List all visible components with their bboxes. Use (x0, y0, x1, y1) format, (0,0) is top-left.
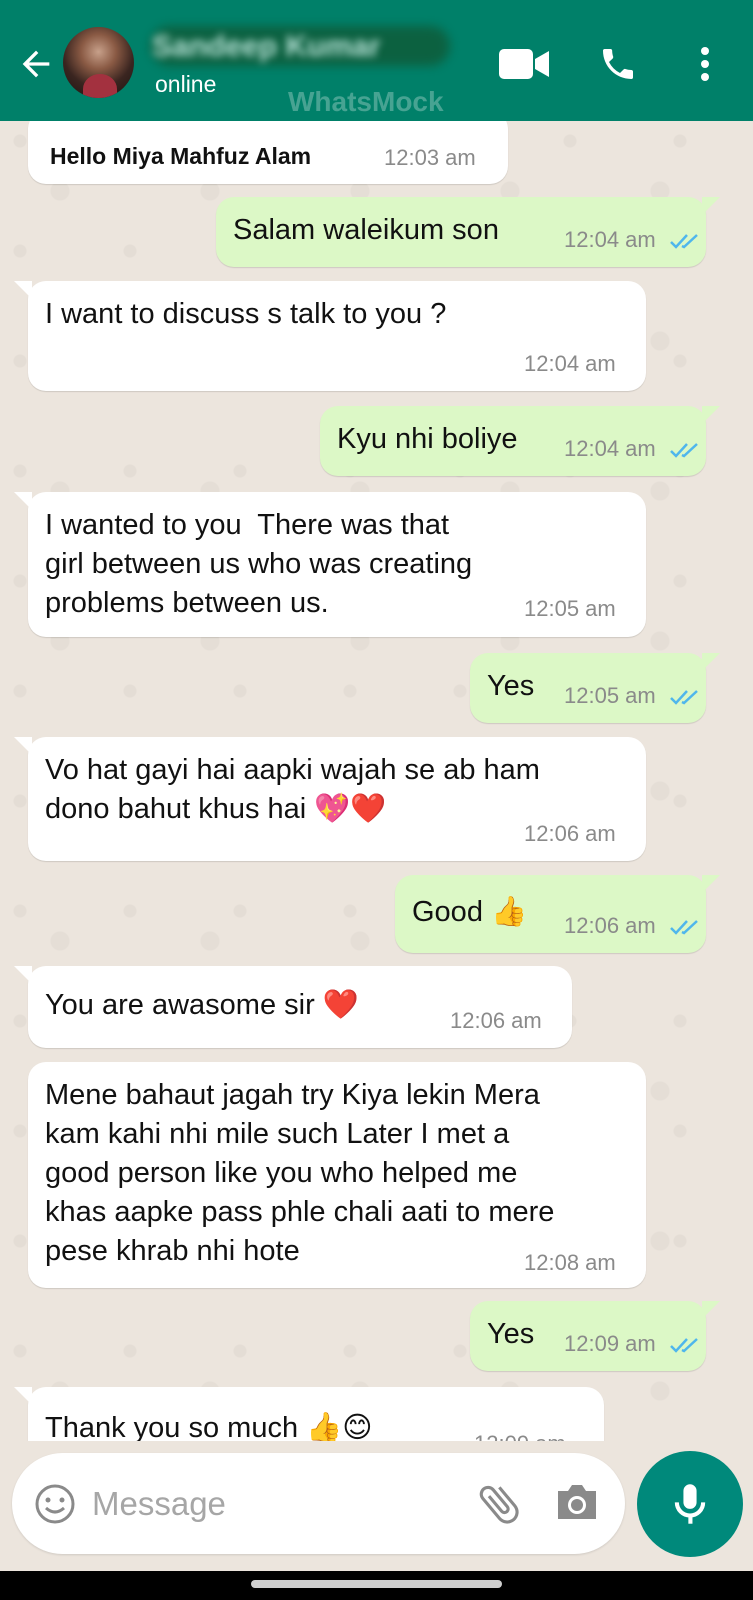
chat-header: Sandeep Kumar online WhatsMock (0, 0, 753, 121)
message-input[interactable] (92, 1475, 452, 1533)
watermark: WhatsMock (288, 86, 444, 117)
message-time: 12:05 am (524, 596, 616, 621)
paperclip-icon[interactable] (474, 1479, 524, 1529)
message-time: 12:04 am (524, 351, 616, 376)
avatar[interactable] (63, 27, 134, 98)
message-time: 12:04 am (564, 436, 700, 462)
message-bubble-outgoing[interactable]: Good 👍 12:06 am (395, 875, 720, 953)
message-text: Vo hat gayi hai aapki wajah se ab ham do… (45, 754, 540, 825)
message-bubble-incoming[interactable]: Mene bahaut jagah try Kiya lekin Mera ka… (28, 1062, 646, 1288)
back-arrow-icon[interactable] (16, 44, 56, 84)
message-bubble-incoming[interactable]: Hello Miya Mahfuz Alam 12:03 am (28, 121, 508, 184)
contact-name[interactable]: Sandeep Kumar (152, 30, 380, 64)
message-bubble-outgoing[interactable]: Kyu nhi boliye 12:04 am (320, 406, 720, 476)
home-gesture-handle[interactable] (251, 1580, 502, 1588)
message-text: Mene bahaut jagah try Kiya lekin Mera ka… (45, 1079, 555, 1267)
message-time: 12:03 am (384, 145, 476, 170)
emoji-icon[interactable] (34, 1483, 76, 1525)
double-check-icon (669, 234, 698, 249)
message-bubble-incoming[interactable]: You are awasome sir ❤️ 12:06 am (14, 966, 572, 1048)
double-check-icon (669, 690, 698, 705)
message-text: I want to discuss s talk to you ? (45, 298, 447, 330)
message-time: 12:05 am (564, 683, 700, 709)
contact-status: online (155, 71, 217, 97)
camera-icon[interactable] (554, 1481, 604, 1527)
chat-area[interactable]: Hello Miya Mahfuz Alam 12:03 am Salam wa… (0, 121, 753, 1441)
message-time: 12:08 am (524, 1250, 616, 1275)
message-time: 12:09 am (474, 1431, 566, 1441)
message-bubble-outgoing[interactable]: Yes 12:09 am (470, 1301, 720, 1371)
message-text: Hello Miya Mahfuz Alam (50, 143, 312, 169)
more-options-icon[interactable] (680, 38, 730, 90)
message-text: Good 👍 (412, 896, 528, 928)
message-bubble-outgoing[interactable]: Yes 12:05 am (470, 653, 720, 723)
message-input-box[interactable] (12, 1453, 625, 1554)
double-check-icon (669, 1338, 698, 1353)
message-composer (0, 1441, 753, 1600)
message-time: 12:09 am (564, 1331, 700, 1357)
message-text: Salam waleikum son (233, 214, 499, 246)
message-bubble-incoming[interactable]: I wanted to you There was that girl betw… (14, 492, 646, 637)
message-bubble-incoming[interactable]: Thank you so much 👍😊 12:09 am (14, 1387, 604, 1441)
message-text: Thank you so much 👍😊 (45, 1412, 373, 1441)
message-text: Yes (487, 1318, 535, 1350)
message-text: You are awasome sir ❤️ (45, 989, 359, 1021)
message-time: 12:06 am (564, 913, 700, 939)
message-bubble-incoming[interactable]: I want to discuss s talk to you ? 12:04 … (14, 281, 646, 391)
microphone-icon[interactable] (637, 1451, 743, 1557)
message-text: Kyu nhi boliye (337, 423, 518, 455)
phone-call-icon[interactable] (590, 38, 646, 90)
system-navigation-bar (0, 1571, 753, 1600)
message-time: 12:06 am (524, 821, 616, 846)
message-bubble-incoming[interactable]: Vo hat gayi hai aapki wajah se ab ham do… (14, 737, 646, 861)
double-check-icon (669, 920, 698, 935)
video-call-icon[interactable] (496, 38, 552, 90)
double-check-icon (669, 443, 698, 458)
message-bubble-outgoing[interactable]: Salam waleikum son 12:04 am (216, 197, 720, 267)
message-text: Yes (487, 670, 535, 702)
message-time: 12:04 am (564, 227, 700, 253)
message-time: 12:06 am (450, 1008, 542, 1033)
message-text: I wanted to you There was that girl betw… (45, 509, 473, 619)
